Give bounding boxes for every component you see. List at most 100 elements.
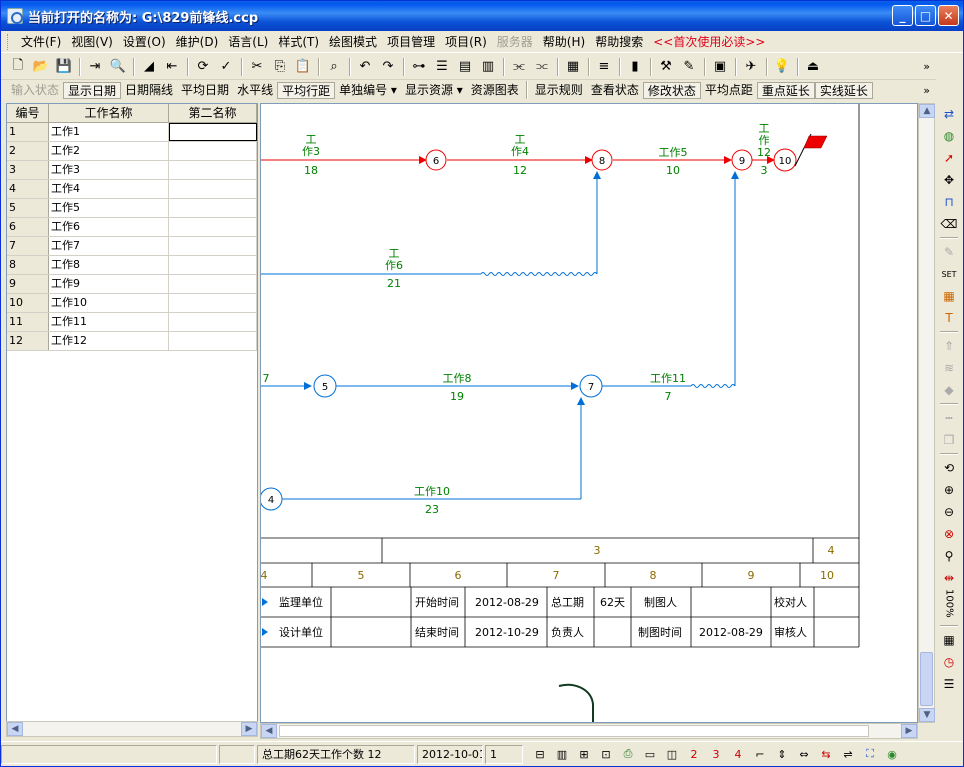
- menu-help-search[interactable]: 帮助搜索: [590, 33, 648, 50]
- scroll-left-icon[interactable]: ◀: [7, 722, 23, 736]
- second-name-cell[interactable]: [169, 161, 257, 179]
- row-number-cell[interactable]: 9: [7, 275, 49, 293]
- menu-server[interactable]: 服务器: [492, 33, 538, 50]
- new-file-icon[interactable]: 🗋: [7, 56, 29, 78]
- books-icon[interactable]: ▮: [624, 56, 646, 78]
- move-up-icon[interactable]: ⇑: [938, 335, 960, 357]
- table-row[interactable]: 12 工作12: [7, 332, 257, 351]
- network-canvas[interactable]: 6 8 9 10 5 7 4 工 作3 18 工 作4 12 工作5 10 工 …: [260, 103, 918, 723]
- display-toggle-button[interactable]: 资源图表: [467, 82, 523, 99]
- plane-icon[interactable]: ✈: [740, 56, 762, 78]
- second-name-cell[interactable]: [169, 294, 257, 312]
- table-row[interactable]: 3 工作3: [7, 161, 257, 180]
- node-6[interactable]: 6: [425, 149, 447, 171]
- row-number-cell[interactable]: 12: [7, 332, 49, 350]
- table-row[interactable]: 2 工作2: [7, 142, 257, 161]
- tag-icon[interactable]: ◆: [938, 379, 960, 401]
- task-name-cell[interactable]: 工作1: [49, 123, 169, 141]
- search-zoom-icon[interactable]: ⚲: [938, 545, 960, 567]
- display-toggle-button[interactable]: 实线延长: [814, 81, 873, 99]
- brush-icon[interactable]: ✎: [938, 241, 960, 263]
- menu-project[interactable]: 项目(R): [440, 33, 492, 50]
- zoom-in-icon[interactable]: ⊕: [938, 479, 960, 501]
- menu-style[interactable]: 样式(T): [273, 33, 324, 50]
- fit-window-icon[interactable]: ⛶: [859, 744, 881, 764]
- row-number-cell[interactable]: 5: [7, 199, 49, 217]
- menu-file[interactable]: 文件(F): [16, 33, 66, 50]
- row-number-cell[interactable]: 7: [7, 237, 49, 255]
- pointer-icon[interactable]: ➚: [938, 147, 960, 169]
- table-row[interactable]: 6 工作6: [7, 218, 257, 237]
- display-toggle-button[interactable]: 修改状态: [642, 81, 701, 99]
- table-row[interactable]: 8 工作8: [7, 256, 257, 275]
- list-icon[interactable]: ☰: [938, 673, 960, 695]
- scroll-right-icon[interactable]: ▶: [241, 722, 257, 736]
- paste-icon[interactable]: 📋: [292, 56, 314, 78]
- fit-width-icon[interactable]: ⇹: [938, 567, 960, 589]
- display-toggle-button[interactable]: 显示资源 ▾: [401, 82, 467, 99]
- window-icon[interactable]: ▭: [639, 744, 661, 764]
- task-name-cell[interactable]: 工作11: [49, 313, 169, 331]
- menu-language[interactable]: 语言(L): [223, 33, 273, 50]
- print-preview-icon[interactable]: 🔍: [107, 56, 129, 78]
- row-number-cell[interactable]: 1: [7, 123, 49, 141]
- node-8[interactable]: 8: [591, 149, 613, 171]
- second-name-cell[interactable]: [169, 237, 257, 255]
- canvas-scroll-left-icon[interactable]: ◀: [261, 724, 277, 738]
- display-toggle-button[interactable]: 显示日期: [63, 81, 122, 99]
- second-name-cell[interactable]: [169, 180, 257, 198]
- second-name-cell[interactable]: [169, 256, 257, 274]
- dashed-line-icon[interactable]: ┅: [938, 407, 960, 429]
- menu-maintain[interactable]: 维护(D): [171, 33, 224, 50]
- second-name-cell[interactable]: [169, 142, 257, 160]
- menu-draw-mode[interactable]: 绘图模式: [324, 33, 382, 50]
- triangle-icon[interactable]: ◢: [138, 56, 160, 78]
- columns-mode-icon[interactable]: ▥: [551, 744, 573, 764]
- set-icon[interactable]: SET: [938, 263, 960, 285]
- toggle-panel-icon[interactable]: ⇄: [938, 103, 960, 125]
- exit-icon[interactable]: ⏏: [802, 56, 824, 78]
- vertical-scroll-thumb[interactable]: [920, 652, 933, 706]
- bulb-icon[interactable]: 💡: [771, 56, 793, 78]
- rotate-icon[interactable]: ⟲: [938, 457, 960, 479]
- display-toggle-button[interactable]: 水平线: [233, 82, 277, 99]
- crosshair-icon[interactable]: ⊗: [938, 523, 960, 545]
- swap-icon[interactable]: ⇆: [815, 744, 837, 764]
- task-name-cell[interactable]: 工作9: [49, 275, 169, 293]
- display-toggle-button[interactable]: 单独编号 ▾: [335, 82, 401, 99]
- expand-horizontal-icon[interactable]: ⇔: [793, 744, 815, 764]
- indent-icon[interactable]: ⇤: [161, 56, 183, 78]
- menu-project-management[interactable]: 项目管理: [382, 33, 440, 50]
- task-name-cell[interactable]: 工作6: [49, 218, 169, 236]
- table-row[interactable]: 5 工作5: [7, 199, 257, 218]
- cut-icon[interactable]: ✂: [246, 56, 268, 78]
- second-name-cell[interactable]: [169, 199, 257, 217]
- menu-settings[interactable]: 设置(O): [118, 33, 171, 50]
- task-name-cell[interactable]: 工作3: [49, 161, 169, 179]
- node-4[interactable]: 4: [261, 487, 283, 511]
- refresh-icon[interactable]: ⟳: [192, 56, 214, 78]
- align-icon[interactable]: ≡: [593, 56, 615, 78]
- close-button[interactable]: ✕: [938, 5, 959, 26]
- link-icon[interactable]: ⫘: [508, 56, 530, 78]
- copy-icon[interactable]: ⎘: [269, 56, 291, 78]
- row-number-cell[interactable]: 8: [7, 256, 49, 274]
- tree-mode-icon[interactable]: ⊡: [595, 744, 617, 764]
- window-split-icon[interactable]: ◫: [661, 744, 683, 764]
- node-9[interactable]: 9: [731, 149, 753, 171]
- monitor-icon[interactable]: ▣: [709, 56, 731, 78]
- calendar-icon[interactable]: ▦: [562, 56, 584, 78]
- minimize-button[interactable]: _: [892, 5, 913, 26]
- second-name-cell[interactable]: [169, 275, 257, 293]
- layout-4-icon[interactable]: 4: [727, 744, 749, 764]
- grid-icon[interactable]: ▦: [938, 629, 960, 651]
- network-mode-icon[interactable]: ⊟: [529, 744, 551, 764]
- table-row[interactable]: 11 工作11: [7, 313, 257, 332]
- eraser-icon[interactable]: ⌫: [938, 213, 960, 235]
- second-name-cell[interactable]: [169, 123, 257, 141]
- grid-horizontal-scrollbar[interactable]: ◀ ▶: [6, 721, 258, 737]
- task-name-cell[interactable]: 工作4: [49, 180, 169, 198]
- second-name-cell[interactable]: [169, 332, 257, 350]
- pen-icon[interactable]: ✎: [678, 56, 700, 78]
- transfer-icon[interactable]: ⇌: [837, 744, 859, 764]
